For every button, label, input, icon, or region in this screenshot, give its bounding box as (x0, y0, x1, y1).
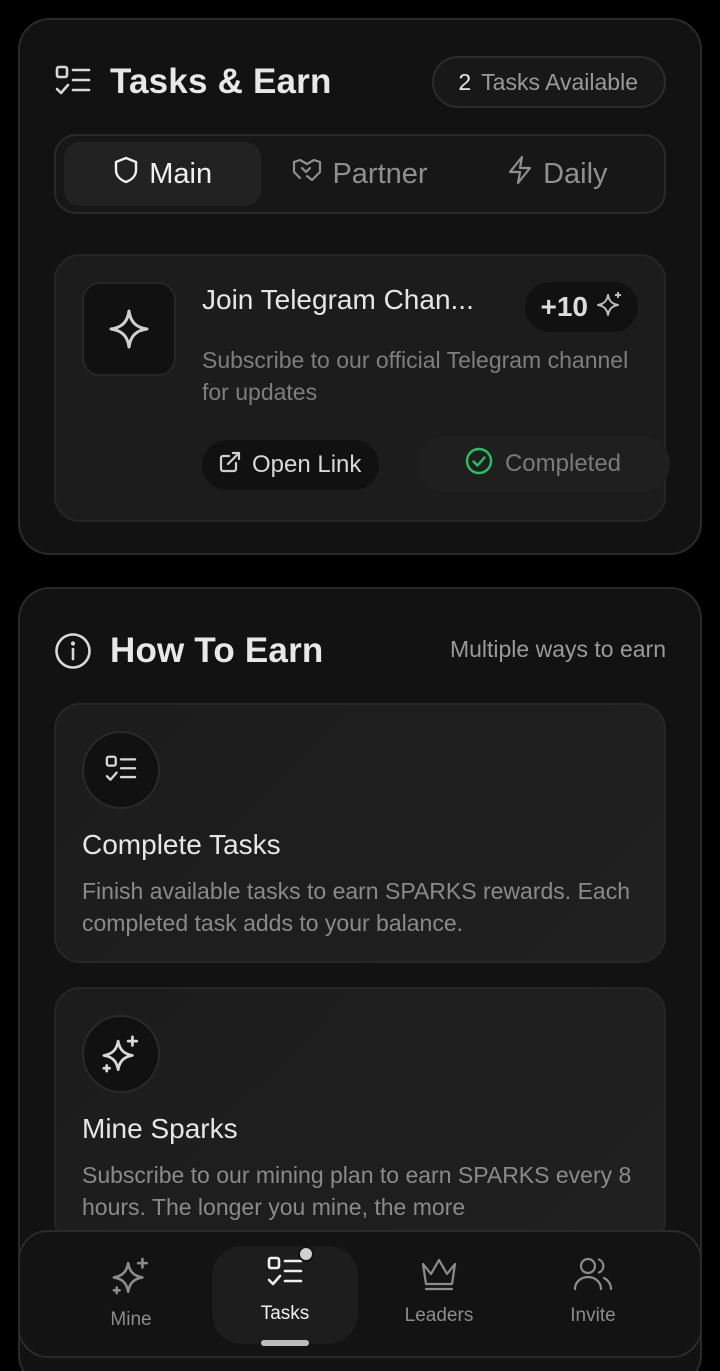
active-indicator (261, 1340, 309, 1346)
nav-label: Leaders (404, 1305, 474, 1326)
nav-item-leaders[interactable]: Leaders (366, 1246, 512, 1344)
shield-icon (113, 156, 149, 192)
nav-item-invite[interactable]: Invite (520, 1246, 666, 1344)
notification-badge (298, 1246, 314, 1262)
reward-badge: +10 (524, 282, 638, 332)
earn-method-description: Subscribe to our mining plan to earn SPA… (82, 1162, 632, 1220)
tasks-available-label: Tasks Available (481, 68, 638, 95)
sparkles-icon (588, 290, 624, 325)
task-title: Join Telegram Chan... (202, 284, 474, 315)
tasks-available-count: 2 (458, 68, 472, 95)
earn-method-title: Mine Sparks (82, 1113, 238, 1144)
open-link-button[interactable]: Open Link (202, 440, 380, 490)
tab-partner-label: Partner (332, 157, 428, 190)
tab-main-label: Main (149, 157, 213, 190)
earn-method-title: Complete Tasks (82, 829, 281, 860)
nav-item-mine[interactable]: Mine (58, 1246, 204, 1344)
nav-label: Mine (110, 1309, 152, 1330)
task-list-icon (267, 1256, 303, 1295)
section-subtitle: Multiple ways to earn (449, 636, 666, 662)
sparkles-icon (111, 1256, 151, 1301)
section-title: How To Earn (110, 631, 324, 670)
sparkles-icon (82, 1015, 160, 1093)
tasks-card: Tasks & Earn 2 Tasks Available Main Part… (18, 18, 702, 555)
earn-method-card: Mine Sparks Subscribe to our mining plan… (54, 987, 666, 1247)
task-list-icon (54, 63, 92, 101)
task-description: Subscribe to our official Telegram chann… (202, 347, 629, 405)
completed-status: Completed (416, 436, 670, 492)
earn-method-card: Complete Tasks Finish available tasks to… (54, 703, 666, 963)
crown-icon (419, 1256, 459, 1297)
handshake-icon (292, 156, 332, 192)
tab-daily[interactable]: Daily (459, 142, 656, 206)
sparkle-icon (82, 282, 176, 376)
reward-value: +10 (540, 291, 589, 322)
nav-label: Tasks (260, 1303, 310, 1324)
task-card: Join Telegram Chan... +10 Subscribe to o… (54, 254, 670, 522)
completed-label: Completed (504, 450, 622, 477)
info-icon (54, 632, 92, 670)
nav-item-tasks[interactable]: Tasks (212, 1246, 358, 1344)
external-link-icon (218, 450, 252, 481)
tasks-available-badge: 2 Tasks Available (432, 56, 666, 108)
check-circle-icon (465, 447, 505, 482)
tab-main[interactable]: Main (64, 142, 262, 206)
open-link-label: Open Link (252, 451, 362, 478)
earn-method-description: Finish available tasks to earn SPARKS re… (82, 878, 630, 936)
tab-daily-label: Daily (543, 157, 608, 190)
task-tabs: Main Partner Daily (54, 134, 666, 214)
bottom-nav: Mine Tasks Leaders Invite (18, 1230, 702, 1358)
nav-label: Invite (570, 1305, 616, 1326)
users-icon (573, 1256, 613, 1297)
task-list-icon (82, 731, 160, 809)
lightning-icon (507, 155, 543, 193)
tab-partner[interactable]: Partner (261, 142, 458, 206)
page-title: Tasks & Earn (110, 62, 332, 101)
